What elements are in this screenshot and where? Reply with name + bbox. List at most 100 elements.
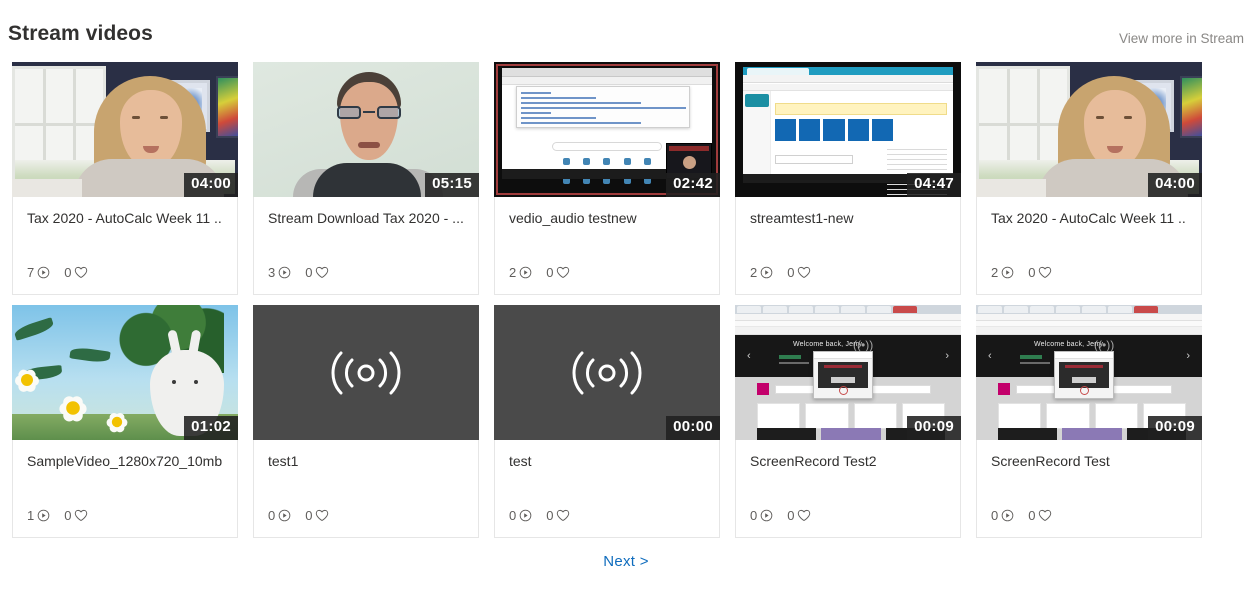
video-card-body: SampleVideo_1280x720_10mb 1 0 — [13, 440, 237, 537]
video-thumbnail[interactable]: 05:15 — [253, 62, 479, 197]
play-icon — [37, 266, 50, 279]
video-duration: 05:15 — [425, 173, 479, 197]
video-grid: 04:00 Tax 2020 - AutoCalc Week 11 ... 7 0 05… — [12, 62, 1240, 538]
like-count: 0 — [787, 265, 811, 280]
view-count-value: 2 — [750, 265, 758, 280]
heart-icon — [75, 266, 88, 279]
like-count: 0 — [64, 508, 88, 523]
view-count: 2 — [750, 265, 773, 280]
like-count-value: 0 — [1028, 265, 1036, 280]
video-title[interactable]: test1 — [268, 452, 464, 470]
page-title: Stream videos — [8, 22, 153, 45]
heart-icon — [798, 266, 811, 279]
heart-icon — [798, 509, 811, 522]
like-count-value: 0 — [546, 265, 554, 280]
heart-icon — [316, 266, 329, 279]
video-card[interactable]: 01:02 SampleVideo_1280x720_10mb 1 0 — [12, 305, 238, 538]
view-count-value: 1 — [27, 508, 35, 523]
view-count: 2 — [991, 265, 1014, 280]
video-card-body: Stream Download Tax 2020 - ... 3 0 — [254, 197, 478, 294]
video-thumbnail[interactable]: 02:42 — [494, 62, 720, 197]
video-stats: 00 — [750, 508, 811, 523]
video-title[interactable]: vedio_audio testnew — [509, 209, 705, 227]
like-count-value: 0 — [787, 265, 795, 280]
video-title[interactable]: Tax 2020 - AutoCalc Week 11 ... — [27, 209, 223, 227]
video-stats: 30 — [268, 265, 329, 280]
video-card-body: vedio_audio testnew 2 0 — [495, 197, 719, 294]
play-icon — [1001, 266, 1014, 279]
video-stats: 20 — [991, 265, 1052, 280]
like-count-value: 0 — [787, 508, 795, 523]
video-duration: 01:02 — [184, 416, 238, 440]
video-duration: 00:09 — [1148, 416, 1202, 440]
video-card[interactable]: 00:00 test 0 0 — [494, 305, 720, 538]
video-card[interactable]: test1 0 0 — [253, 305, 479, 538]
video-card-body: test1 0 0 — [254, 440, 478, 537]
audio-only-placeholder — [253, 305, 479, 440]
video-card-body: ScreenRecord Test2 0 0 — [736, 440, 960, 537]
video-thumbnail[interactable]: Welcome back, Jerry ‹ › ((•)) 00:09 — [976, 305, 1202, 440]
video-title[interactable]: ScreenRecord Test — [991, 452, 1187, 470]
video-card[interactable]: Welcome back, Jerry ‹ › ((•)) 00:09 ScreenRec… — [735, 305, 961, 538]
view-count-value: 2 — [509, 265, 517, 280]
like-count: 0 — [787, 508, 811, 523]
video-card-body: Tax 2020 - AutoCalc Week 11 ... 7 0 — [13, 197, 237, 294]
like-count-value: 0 — [546, 508, 554, 523]
video-title[interactable]: ScreenRecord Test2 — [750, 452, 946, 470]
heart-icon — [557, 509, 570, 522]
video-duration: 00:00 — [666, 416, 720, 440]
video-title[interactable]: Tax 2020 - AutoCalc Week 11 ... — [991, 209, 1187, 227]
next-page-link[interactable]: Next > — [603, 553, 649, 570]
video-thumbnail[interactable]: 04:00 — [976, 62, 1202, 197]
play-icon — [519, 266, 532, 279]
heart-icon — [557, 266, 570, 279]
heart-icon — [75, 509, 88, 522]
stream-videos-webpart: Stream videos View more in Stream 04:00 T… — [0, 0, 1252, 589]
like-count: 0 — [305, 508, 329, 523]
video-thumbnail[interactable] — [253, 305, 479, 440]
view-count-value: 0 — [509, 508, 517, 523]
like-count: 0 — [305, 265, 329, 280]
view-count-value: 0 — [991, 508, 999, 523]
video-title[interactable]: test — [509, 452, 705, 470]
view-count: 7 — [27, 265, 50, 280]
video-thumbnail[interactable]: 04:47 — [735, 62, 961, 197]
heart-icon — [1039, 509, 1052, 522]
video-duration: 04:47 — [907, 173, 961, 197]
like-count-value: 0 — [305, 508, 313, 523]
video-card[interactable]: 05:15 Stream Download Tax 2020 - ... 3 0 — [253, 62, 479, 295]
video-card[interactable]: 02:42 vedio_audio testnew 2 0 — [494, 62, 720, 295]
video-duration: 02:42 — [666, 173, 720, 197]
view-more-in-stream-link[interactable]: View more in Stream — [1119, 31, 1244, 46]
like-count-value: 0 — [64, 508, 72, 523]
view-count: 0 — [268, 508, 291, 523]
play-icon — [278, 509, 291, 522]
video-thumbnail[interactable]: Welcome back, Jerry ‹ › ((•)) 00:09 — [735, 305, 961, 440]
video-duration: 04:00 — [184, 173, 238, 197]
video-duration: 04:00 — [1148, 173, 1202, 197]
video-card[interactable]: 04:47 streamtest1-new 2 0 — [735, 62, 961, 295]
video-stats: 00 — [268, 508, 329, 523]
video-thumbnail[interactable]: 00:00 — [494, 305, 720, 440]
video-card[interactable]: 04:00 Tax 2020 - AutoCalc Week 11 ... 7 0 — [12, 62, 238, 295]
video-thumbnail[interactable]: 04:00 — [12, 62, 238, 197]
view-count: 2 — [509, 265, 532, 280]
webpart-header: Stream videos View more in Stream — [0, 22, 1252, 56]
video-card[interactable]: Welcome back, Jerry ‹ › ((•)) 00:09 ScreenRec… — [976, 305, 1202, 538]
view-count: 0 — [750, 508, 773, 523]
play-icon — [519, 509, 532, 522]
video-stats: 20 — [750, 265, 811, 280]
video-duration: 00:09 — [907, 416, 961, 440]
video-card-body: ScreenRecord Test 0 0 — [977, 440, 1201, 537]
video-thumbnail[interactable]: 01:02 — [12, 305, 238, 440]
video-stats: 00 — [991, 508, 1052, 523]
like-count: 0 — [546, 265, 570, 280]
video-card-body: streamtest1-new 2 0 — [736, 197, 960, 294]
video-title[interactable]: SampleVideo_1280x720_10mb — [27, 452, 223, 470]
video-card-body: test 0 0 — [495, 440, 719, 537]
heart-icon — [1039, 266, 1052, 279]
video-card[interactable]: 04:00 Tax 2020 - AutoCalc Week 11 ... 2 0 — [976, 62, 1202, 295]
video-title[interactable]: Stream Download Tax 2020 - ... — [268, 209, 464, 227]
play-icon — [1001, 509, 1014, 522]
video-title[interactable]: streamtest1-new — [750, 209, 946, 227]
